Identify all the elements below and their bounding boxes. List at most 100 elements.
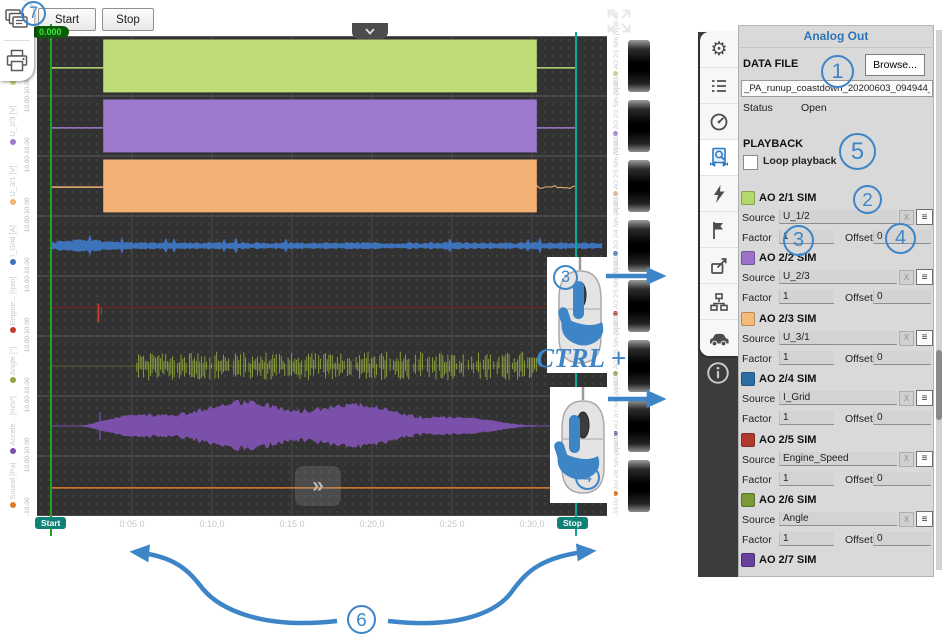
source-input[interactable]: [779, 452, 897, 466]
mode-tab-measure-gauge[interactable]: [700, 104, 738, 140]
ao-title: AO 2/7 SIM: [759, 554, 816, 566]
channel-list-button[interactable]: ≡: [916, 330, 933, 346]
clear-source-button[interactable]: X: [899, 512, 914, 527]
source-label: Source: [742, 454, 775, 466]
mode-tab-export[interactable]: [700, 248, 738, 284]
annotation-circle-2: 2: [853, 185, 882, 214]
channel-color-dot: [10, 327, 16, 333]
channel-list-button[interactable]: ≡: [916, 269, 933, 285]
ao-output-meter-5: [628, 280, 650, 332]
channel-list-button[interactable]: ≡: [916, 209, 933, 225]
print-icon[interactable]: [0, 41, 34, 81]
channel-list-button[interactable]: ≡: [916, 511, 933, 527]
mode-tab-trigger[interactable]: [700, 176, 738, 212]
ao-title: AO 2/3 SIM: [759, 313, 816, 325]
waveform-7: [52, 400, 577, 451]
factor-input[interactable]: [779, 532, 834, 546]
clear-source-button[interactable]: X: [899, 391, 914, 406]
channel-color-dot: [10, 502, 16, 508]
status-label: Status: [743, 102, 773, 114]
offset-input[interactable]: [873, 351, 931, 365]
annotation-circle-7: 7: [21, 1, 46, 26]
channel-scale-2: -10.0010.00: [23, 96, 32, 156]
ao-color-swatch: [741, 433, 755, 447]
factor-input[interactable]: [779, 472, 834, 486]
factor-input[interactable]: [779, 351, 834, 365]
channel-scale-5: -10.0010.00: [23, 276, 32, 336]
clear-source-button[interactable]: X: [899, 452, 914, 467]
channel-name-3: U_3/1 [V]: [6, 156, 19, 216]
ao-color-swatch: [741, 251, 755, 265]
skip-forward-button[interactable]: »: [295, 466, 341, 506]
channel-scale-8: -10.0010.00: [23, 456, 32, 516]
channel-list-button[interactable]: ≡: [916, 451, 933, 467]
stop-button[interactable]: Stop: [102, 8, 154, 31]
factor-input[interactable]: [779, 290, 834, 304]
channel-color-dot: [10, 199, 16, 205]
mode-tab-network-tree[interactable]: [700, 284, 738, 320]
collapse-handle-tab[interactable]: [352, 23, 388, 39]
panel-scrollbar[interactable]: [936, 30, 942, 570]
source-label: Source: [742, 272, 775, 284]
offset-input[interactable]: [873, 290, 931, 304]
offset-label: Offset: [845, 534, 873, 546]
ao-color-swatch: [741, 372, 755, 386]
ao-color-swatch: [741, 191, 755, 205]
source-input[interactable]: [779, 391, 897, 405]
offset-label: Offset: [845, 474, 873, 486]
mode-tab-flag-marker[interactable]: [700, 212, 738, 248]
source-input[interactable]: [779, 270, 897, 284]
channel-scale-3: -10.0010.00: [23, 156, 32, 216]
ao-title: AO 2/5 SIM: [759, 434, 816, 446]
info-icon[interactable]: [705, 360, 733, 388]
ao-title: AO 2/6 SIM: [759, 494, 816, 506]
mode-tab-replay-mode[interactable]: [700, 140, 738, 176]
time-tick-label: 0:20.0: [350, 519, 394, 529]
channel-scale-6: -10.0010.00: [23, 336, 32, 396]
channel-name-4: I_Grid [A]: [6, 216, 19, 276]
channel-color-dot: [10, 448, 16, 454]
annotation-circle-1: 1: [821, 55, 854, 88]
mode-tab-vehicle[interactable]: [700, 320, 738, 356]
waveform-4: [52, 235, 602, 256]
stop-time-badge[interactable]: Stop: [557, 517, 588, 529]
clear-source-button[interactable]: X: [899, 331, 914, 346]
ao-output-meter-4: [628, 220, 650, 272]
offset-input[interactable]: [873, 532, 931, 546]
channel-name-5: Engine... [rpm]: [6, 276, 19, 336]
waveform-2: [52, 100, 577, 153]
data-file-label: DATA FILE: [743, 58, 798, 70]
fullscreen-expand-icon[interactable]: [604, 6, 634, 36]
ao-output-meter-8: [628, 460, 650, 512]
start-cursor-line[interactable]: [50, 24, 52, 536]
source-input[interactable]: [779, 210, 897, 224]
ao-color-swatch: [741, 312, 755, 326]
offset-label: Offset: [845, 292, 873, 304]
ao-output-meter-7: [628, 400, 650, 452]
channel-list-button[interactable]: ≡: [916, 390, 933, 406]
mode-tab-settings[interactable]: ⚙: [700, 32, 738, 68]
cursor-value-badge: 0.000: [32, 26, 69, 38]
offset-input[interactable]: [873, 411, 931, 425]
channel-name-8: Sound [Pa]: [6, 456, 19, 516]
offset-label: Offset: [845, 413, 873, 425]
waveform-plot[interactable]: [37, 36, 607, 516]
channel-name-2: U_2/3 [V]: [6, 96, 19, 156]
clear-source-button[interactable]: X: [899, 270, 914, 285]
waveform-6: [52, 352, 577, 381]
annotation-circle-6: 6: [347, 605, 376, 634]
start-time-badge[interactable]: Start: [35, 517, 66, 529]
mode-tab-channel-list[interactable]: [700, 68, 738, 104]
factor-label: Factor: [742, 353, 772, 365]
factor-input[interactable]: [779, 411, 834, 425]
time-tick-label: 0:15.0: [270, 519, 314, 529]
factor-label: Factor: [742, 292, 772, 304]
browse-button[interactable]: Browse...: [865, 54, 925, 76]
loop-playback-checkbox[interactable]: [743, 155, 758, 170]
offset-input[interactable]: [873, 472, 931, 486]
source-input[interactable]: [779, 512, 897, 526]
arrow-to-stop-badge: [388, 551, 592, 623]
scrollbar-thumb[interactable]: [936, 350, 942, 420]
source-input[interactable]: [779, 331, 897, 345]
playback-label: PLAYBACK: [743, 138, 803, 150]
